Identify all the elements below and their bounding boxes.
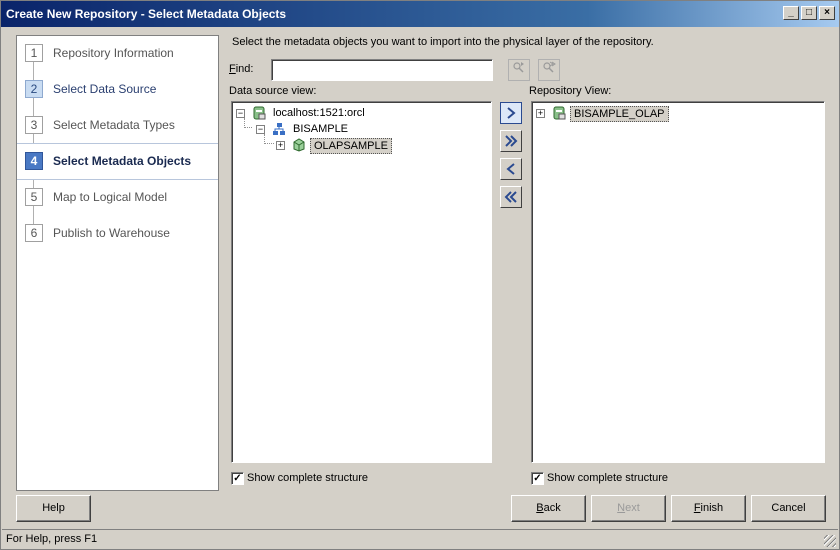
- step-label: Select Metadata Types: [53, 118, 175, 132]
- step-repository-information[interactable]: 1 Repository Information: [17, 36, 218, 72]
- remove-all-icon: [504, 191, 517, 203]
- status-text: For Help, press F1: [6, 533, 98, 545]
- back-accesskey: B: [536, 502, 544, 514]
- resize-grip-icon[interactable]: [824, 535, 836, 547]
- data-source-tree[interactable]: − localhost:1521:orcl − BISAMPLE + OLAPS…: [231, 101, 492, 463]
- next-label: ext: [625, 502, 640, 514]
- step-select-metadata-types[interactable]: 3 Select Metadata Types: [17, 108, 218, 144]
- database-connection-icon: [553, 106, 566, 120]
- find-next-button[interactable]: [508, 59, 530, 81]
- add-all-button[interactable]: [500, 130, 522, 152]
- help-button[interactable]: Help: [16, 495, 91, 522]
- next-button[interactable]: Next: [591, 495, 666, 522]
- window-controls: _ □ ×: [783, 6, 835, 20]
- window-title: Create New Repository - Select Metadata …: [6, 7, 287, 21]
- repository-show-structure-checkbox[interactable]: ✓: [531, 472, 544, 485]
- add-selected-icon: [507, 107, 516, 119]
- find-input[interactable]: [271, 59, 493, 81]
- title-bar: Create New Repository - Select Metadata …: [1, 1, 839, 27]
- find-label-text: ind:: [235, 63, 254, 75]
- step-number: 1: [25, 44, 43, 62]
- source-show-structure-label: Show complete structure: [247, 472, 369, 484]
- step-map-to-logical-model[interactable]: 5 Map to Logical Model: [17, 180, 218, 216]
- step-label: Select Metadata Objects: [53, 154, 192, 168]
- step-number: 6: [25, 224, 43, 242]
- wizard-steps-panel: 1 Repository Information 2 Select Data S…: [16, 35, 219, 491]
- step-number: 2: [25, 80, 43, 98]
- minimize-button[interactable]: _: [783, 6, 799, 20]
- instruction-text: Select the metadata objects you want to …: [232, 36, 654, 48]
- finish-accesskey: F: [693, 502, 701, 514]
- step-label: Repository Information: [53, 46, 174, 60]
- status-bar: For Help, press F1: [2, 529, 838, 549]
- find-label-accesskey: F: [229, 63, 236, 75]
- dialog-window: Create New Repository - Select Metadata …: [0, 0, 840, 550]
- step-number: 5: [25, 188, 43, 206]
- back-button[interactable]: Back: [511, 495, 586, 522]
- expand-icon[interactable]: +: [276, 141, 285, 150]
- repository-view-label: Repository View:: [529, 85, 612, 97]
- find-next-icon: [513, 62, 524, 73]
- maximize-button[interactable]: □: [801, 6, 817, 20]
- repository-tree[interactable]: + BISAMPLE_OLAP: [531, 101, 825, 463]
- collapse-icon[interactable]: −: [256, 125, 265, 134]
- find-all-icon: [543, 61, 556, 73]
- expand-icon[interactable]: +: [536, 109, 545, 118]
- add-selected-button[interactable]: [500, 102, 522, 124]
- remove-selected-button[interactable]: [500, 158, 522, 180]
- tree-node-label: BISAMPLE: [293, 123, 349, 135]
- tree-node-label: OLAPSAMPLE: [310, 138, 392, 154]
- find-all-button[interactable]: [538, 59, 560, 81]
- close-button[interactable]: ×: [819, 6, 835, 20]
- step-label: Select Data Source: [53, 82, 157, 96]
- back-label: ack: [543, 502, 561, 514]
- tree-line: [244, 118, 252, 128]
- remove-selected-icon: [506, 163, 515, 175]
- repository-show-structure-label: Show complete structure: [547, 472, 669, 484]
- find-label: Find:: [229, 63, 253, 75]
- next-accesskey: N: [617, 502, 626, 514]
- source-show-structure-checkbox[interactable]: ✓: [231, 472, 244, 485]
- step-label: Map to Logical Model: [53, 190, 168, 204]
- cancel-button[interactable]: Cancel: [751, 495, 826, 522]
- data-source-view-label: Data source view:: [229, 85, 317, 97]
- cube-icon: [293, 138, 305, 152]
- step-publish-to-warehouse[interactable]: 6 Publish to Warehouse: [17, 216, 218, 252]
- step-select-metadata-objects[interactable]: 4 Select Metadata Objects: [17, 143, 218, 180]
- step-number: 3: [25, 116, 43, 134]
- finish-button[interactable]: Finish: [671, 495, 746, 522]
- step-label: Publish to Warehouse: [53, 226, 170, 240]
- step-select-data-source[interactable]: 2 Select Data Source: [17, 72, 218, 108]
- tree-node-label: localhost:1521:orcl: [273, 107, 365, 119]
- collapse-icon[interactable]: −: [236, 109, 245, 118]
- add-all-icon: [505, 135, 518, 147]
- finish-label: inish: [700, 502, 724, 514]
- remove-all-button[interactable]: [500, 186, 522, 208]
- tree-node-label: BISAMPLE_OLAP: [570, 106, 669, 122]
- schema-icon: [273, 123, 285, 135]
- step-number: 4: [25, 152, 43, 170]
- database-connection-icon: [253, 106, 266, 120]
